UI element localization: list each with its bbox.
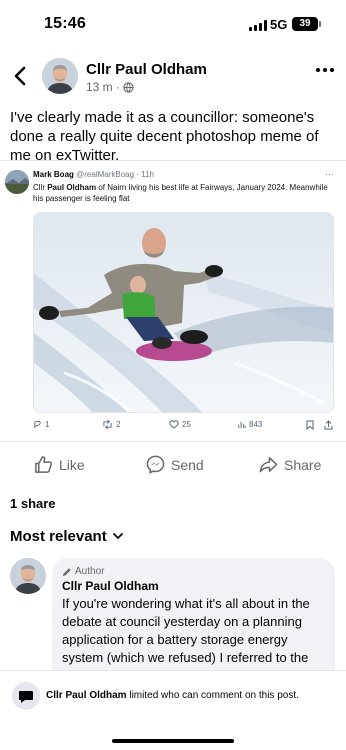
send-button[interactable]: Send — [146, 455, 204, 474]
comment-bubble[interactable]: Author Cllr Paul Oldham If you're wonder… — [52, 558, 335, 688]
like-label: Like — [59, 456, 85, 473]
share-button[interactable]: Share — [259, 455, 321, 474]
post-time: 13 m — [86, 80, 113, 94]
reply-icon — [34, 420, 41, 429]
globe-icon — [123, 81, 134, 93]
author-avatar[interactable] — [42, 58, 78, 94]
status-time: 15:46 — [44, 15, 86, 32]
post-author-name[interactable]: Cllr Paul Oldham — [86, 61, 207, 78]
chevron-down-icon — [112, 533, 123, 540]
home-indicator — [112, 739, 234, 743]
post-action-bar: Like Send Share — [0, 452, 346, 482]
author-badge-label: Author — [75, 566, 105, 577]
restriction-text: Cllr Paul Oldham limited who can comment… — [46, 690, 299, 701]
pencil-icon — [63, 567, 71, 576]
restriction-message: limited who can comment on this post. — [126, 690, 299, 701]
share-count[interactable]: 1 share — [10, 496, 56, 511]
reply-count: 1 — [45, 420, 50, 429]
retweet-count: 2 — [116, 420, 121, 429]
meta-separator: · — [115, 80, 120, 94]
post-meta: 13 m · — [86, 80, 134, 94]
share-arrow-icon — [259, 457, 278, 473]
send-label: Send — [171, 456, 204, 473]
chevron-left-icon — [14, 66, 26, 86]
tweet-text-prefix: Cllr — [33, 183, 48, 192]
embedded-tweet-card[interactable]: Mark Boag @realMarkBoag · 11h ··· Cllr P… — [0, 160, 346, 442]
network-label: 5G — [270, 17, 288, 32]
heart-icon — [169, 420, 179, 429]
tweet-reply[interactable]: 1 — [33, 420, 49, 429]
messenger-icon — [146, 455, 165, 474]
status-bar: 15:46 5G 39 — [0, 0, 346, 48]
tweet-bookmark[interactable] — [306, 420, 314, 430]
back-button[interactable] — [10, 64, 32, 88]
signal-icon — [249, 20, 267, 31]
views-icon — [238, 421, 246, 429]
tweet-retweet[interactable]: 2 — [102, 420, 120, 429]
tweet-actions: 1 2 25 843 — [33, 420, 338, 434]
restriction-name: Cllr Paul Oldham — [46, 690, 127, 701]
upload-icon — [324, 420, 333, 430]
tweet-views[interactable]: 843 — [237, 420, 262, 429]
like-count: 25 — [182, 420, 191, 429]
tweet-photo[interactable] — [33, 212, 334, 413]
more-options-button[interactable] — [316, 68, 334, 72]
battery-icon: 39 — [292, 17, 318, 31]
speech-bubble-icon — [19, 691, 33, 703]
battery-cap — [319, 21, 321, 27]
tweet-author: Mark Boag @realMarkBoag · 11h — [33, 170, 154, 179]
tweet-author-name: Mark Boag — [33, 170, 74, 179]
tweet-text-bold: Paul Oldham — [47, 183, 97, 192]
tweet-text: Cllr Paul Oldham of Nairn living his bes… — [33, 182, 333, 204]
tweet-time: 11h — [141, 170, 154, 179]
post-text: I've clearly made it as a councillor: so… — [10, 109, 319, 164]
like-button[interactable]: Like — [34, 455, 85, 474]
thumbs-up-icon — [35, 456, 53, 473]
tweet-like[interactable]: 25 — [169, 420, 191, 429]
comment-sort-dropdown[interactable]: Most relevant — [10, 528, 123, 545]
comment-avatar[interactable] — [10, 558, 46, 594]
views-count: 843 — [249, 420, 263, 429]
tweet-share[interactable] — [324, 420, 333, 430]
bookmark-icon — [306, 420, 314, 430]
retweet-icon — [103, 420, 112, 429]
share-label: Share — [284, 456, 322, 473]
sort-label: Most relevant — [10, 528, 107, 545]
tweet-handle: @realMarkBoag — [76, 170, 135, 179]
tweet-more-icon: ··· — [325, 169, 334, 179]
comment-restriction-bar: Cllr Paul Oldham limited who can comment… — [0, 670, 346, 750]
comment-author[interactable]: Cllr Paul Oldham — [62, 579, 159, 593]
restriction-icon-wrap — [12, 682, 40, 710]
author-badge: Author — [62, 566, 104, 577]
tweet-avatar — [5, 170, 29, 194]
